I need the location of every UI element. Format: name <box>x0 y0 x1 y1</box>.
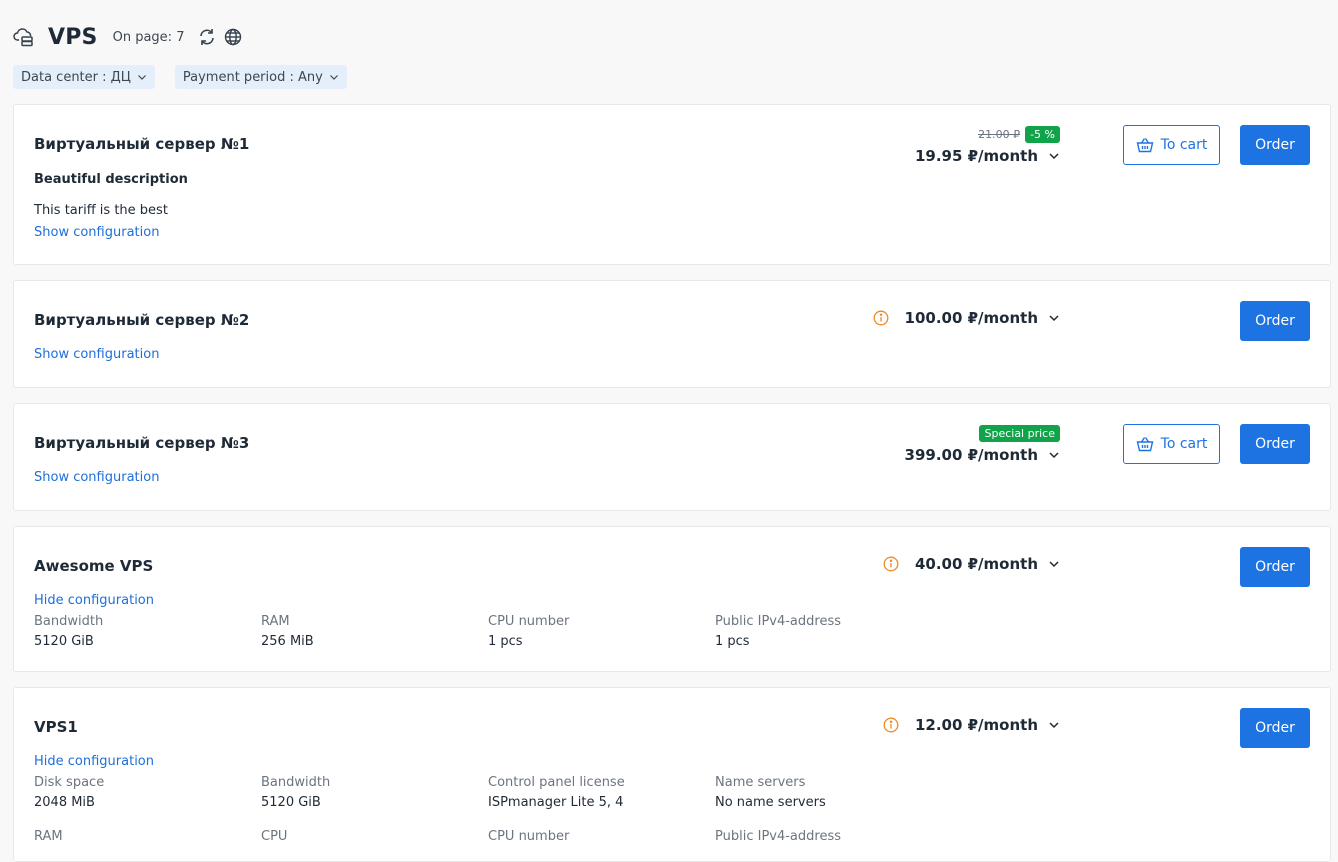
info-icon[interactable] <box>873 310 889 326</box>
price-value: 19.95 ₽/month <box>914 147 1038 165</box>
config-label: CPU <box>261 829 288 844</box>
hide-configuration-link[interactable]: Hide configuration <box>34 754 154 769</box>
data-center-filter[interactable]: Data center : ДЦ <box>13 65 155 89</box>
price-value: 100.00 ₽/month <box>904 309 1038 327</box>
config-value: 5120 GiB <box>34 634 94 649</box>
config-value: 1 pcs <box>715 634 750 649</box>
tariff-name: Awesome VPS <box>34 557 154 575</box>
config-label: RAM <box>34 829 63 844</box>
to-cart-button[interactable]: To cart <box>1123 424 1220 464</box>
config-item: RAM 256 MiB <box>261 614 314 649</box>
payment-period-filter[interactable]: Payment period : Any <box>174 65 347 89</box>
chevron-down-icon <box>1049 561 1059 568</box>
price-value: 399.00 ₽/month <box>904 446 1038 464</box>
discount-badge: -5 % <box>1025 126 1060 143</box>
price-selector[interactable]: 399.00 ₽/month <box>905 446 1060 464</box>
refresh-icon[interactable] <box>197 27 217 47</box>
config-item: RAM <box>34 829 63 844</box>
page-header: VPS On page: 7 <box>13 22 243 52</box>
filter-bar: Data center : ДЦ Payment period : Any <box>13 65 347 89</box>
config-item: Disk space 2048 MiB <box>34 775 104 810</box>
chevron-down-icon <box>1049 315 1059 322</box>
tariff-name: VPS1 <box>34 718 78 736</box>
filter-label: Payment period : Any <box>182 69 323 85</box>
tariff-card: Виртуальный сервер №1 Beautiful descript… <box>13 104 1331 265</box>
price-value: 40.00 ₽/month <box>914 555 1038 573</box>
config-label: Control panel license <box>488 775 625 790</box>
hide-configuration-link[interactable]: Hide configuration <box>34 593 154 608</box>
tariff-name: Виртуальный сервер №1 <box>34 135 250 153</box>
page-title: VPS <box>48 24 98 50</box>
config-value: ISPmanager Lite 5, 4 <box>488 795 624 810</box>
chevron-down-icon <box>137 75 146 80</box>
order-button[interactable]: Order <box>1240 301 1310 341</box>
config-item: Public IPv4-address 1 pcs <box>715 614 841 649</box>
config-label: CPU number <box>488 829 570 844</box>
price-selector[interactable]: 40.00 ₽/month <box>883 555 1060 573</box>
price-value: 12.00 ₽/month <box>914 716 1038 734</box>
info-icon[interactable] <box>883 717 899 733</box>
config-label: CPU number <box>488 614 570 629</box>
config-label: Public IPv4-address <box>715 614 842 629</box>
config-item: Name servers No name servers <box>715 775 826 810</box>
config-item: Bandwidth 5120 GiB <box>34 614 103 649</box>
config-item: Public IPv4-address <box>715 829 841 844</box>
tariff-name: Виртуальный сервер №2 <box>34 311 250 329</box>
config-label: Disk space <box>34 775 105 790</box>
chevron-down-icon <box>329 75 338 80</box>
special-price-badge: Special price <box>979 425 1060 442</box>
description-title: Beautiful description <box>34 172 188 187</box>
info-icon[interactable] <box>883 556 899 572</box>
show-configuration-link[interactable]: Show configuration <box>34 470 159 485</box>
config-item: Bandwidth 5120 GiB <box>261 775 330 810</box>
show-configuration-link[interactable]: Show configuration <box>34 225 159 240</box>
config-item: CPU number <box>488 829 569 844</box>
price-selector[interactable]: 12.00 ₽/month <box>883 716 1060 734</box>
to-cart-label: To cart <box>1160 137 1208 153</box>
tariff-name: Виртуальный сервер №3 <box>34 434 250 452</box>
special-price-line: Special price <box>979 425 1060 442</box>
tariff-card: Виртуальный сервер №3 Show configuration… <box>13 403 1331 511</box>
basket-icon <box>1136 138 1154 153</box>
order-button[interactable]: Order <box>1240 125 1310 165</box>
config-label: Public IPv4-address <box>715 829 842 844</box>
config-label: RAM <box>261 614 290 629</box>
config-item: CPU number 1 pcs <box>488 614 569 649</box>
to-cart-button[interactable]: To cart <box>1123 125 1220 165</box>
discount-line: 21.00 ₽ -5 % <box>978 126 1060 143</box>
on-page-count: On page: 7 <box>112 29 185 45</box>
chevron-down-icon <box>1049 153 1059 160</box>
config-label: Bandwidth <box>261 775 331 790</box>
filter-label: Data center : ДЦ <box>21 69 131 85</box>
config-value: 5120 GiB <box>261 795 321 810</box>
config-value: No name servers <box>715 795 826 810</box>
basket-icon <box>1136 437 1154 452</box>
show-configuration-link[interactable]: Show configuration <box>34 347 159 362</box>
globe-icon[interactable] <box>223 27 243 47</box>
config-item: Control panel license ISPmanager Lite 5,… <box>488 775 625 810</box>
order-button[interactable]: Order <box>1240 547 1310 587</box>
config-value: 1 pcs <box>488 634 523 649</box>
config-item: CPU <box>261 829 287 844</box>
chevron-down-icon <box>1049 452 1059 459</box>
config-value: 2048 MiB <box>34 795 95 810</box>
order-button[interactable]: Order <box>1240 424 1310 464</box>
cloud-server-icon <box>13 26 35 48</box>
old-price: 21.00 ₽ <box>978 128 1021 141</box>
price-selector[interactable]: 100.00 ₽/month <box>873 309 1060 327</box>
config-value: 256 MiB <box>261 634 314 649</box>
description-text: This tariff is the best <box>34 203 168 218</box>
tariff-card: Виртуальный сервер №2 Show configuration… <box>13 280 1331 388</box>
order-button[interactable]: Order <box>1240 708 1310 748</box>
config-label: Bandwidth <box>34 614 104 629</box>
tariff-card: VPS1 Hide configuration 12.00 ₽/month Or… <box>13 687 1331 862</box>
to-cart-label: To cart <box>1160 436 1208 452</box>
config-label: Name servers <box>715 775 806 790</box>
price-selector[interactable]: 19.95 ₽/month <box>915 147 1060 165</box>
tariff-card: Awesome VPS Hide configuration 40.00 ₽/m… <box>13 526 1331 672</box>
chevron-down-icon <box>1049 722 1059 729</box>
